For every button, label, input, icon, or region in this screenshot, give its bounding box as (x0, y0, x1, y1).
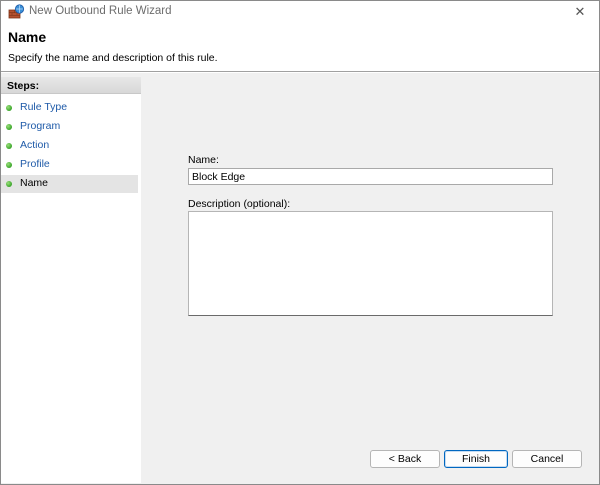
page-title: Name (8, 29, 47, 45)
back-button[interactable]: < Back (370, 450, 440, 468)
cancel-button[interactable]: Cancel (512, 450, 582, 468)
name-input[interactable] (188, 168, 553, 185)
steps-heading: Steps: (1, 77, 141, 94)
wizard-header: Name Specify the name and description of… (1, 23, 599, 71)
description-textarea[interactable] (188, 211, 553, 316)
steps-heading-label: Steps: (7, 80, 40, 92)
finish-button[interactable]: Finish (444, 450, 508, 468)
green-bullet-icon (6, 181, 12, 187)
header-divider-highlight (1, 72, 599, 73)
green-bullet-icon (6, 162, 12, 168)
step-label: Rule Type (20, 101, 68, 113)
step-profile[interactable]: Profile (1, 156, 138, 174)
step-program[interactable]: Program (1, 118, 138, 136)
title-bar: New Outbound Rule Wizard ✕ (1, 1, 599, 23)
window-title: New Outbound Rule Wizard (29, 5, 172, 17)
step-label: Action (20, 139, 50, 151)
step-label: Name (20, 177, 49, 189)
wizard-window: New Outbound Rule Wizard ✕ Name Specify … (0, 0, 600, 485)
step-action[interactable]: Action (1, 137, 138, 155)
close-icon[interactable]: ✕ (563, 1, 597, 23)
green-bullet-icon (6, 105, 12, 111)
step-label: Program (20, 120, 61, 132)
steps-panel: Steps: Rule Type Program Action Profile … (1, 77, 141, 483)
page-subtitle: Specify the name and description of this… (8, 52, 218, 64)
green-bullet-icon (6, 124, 12, 130)
firewall-wizard-icon (8, 4, 25, 19)
name-label: Name: (188, 154, 219, 166)
green-bullet-icon (6, 143, 12, 149)
step-name[interactable]: Name (1, 175, 138, 193)
step-rule-type[interactable]: Rule Type (1, 99, 138, 117)
description-label: Description (optional): (188, 198, 291, 210)
step-label: Profile (20, 158, 50, 170)
